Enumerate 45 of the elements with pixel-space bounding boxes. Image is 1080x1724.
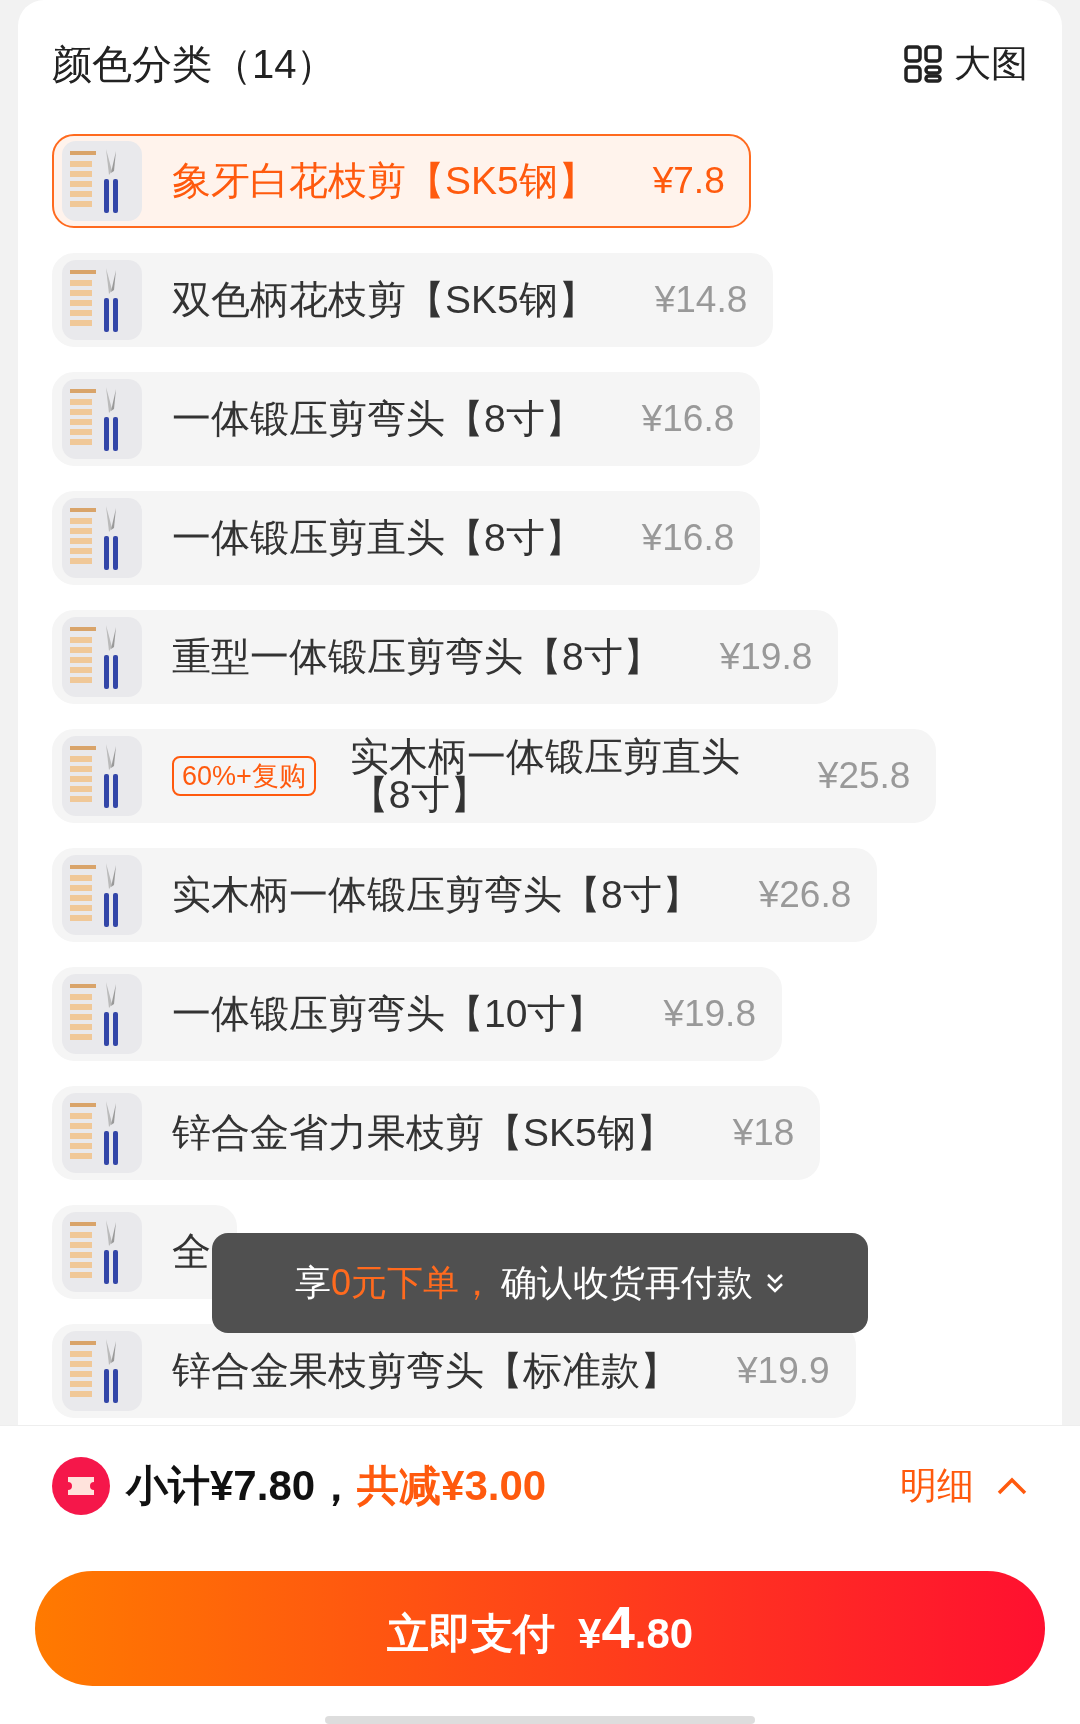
toast-banner[interactable]: 享0元下单， 确认收货再付款 <box>212 1233 868 1333</box>
variant-name: 全 <box>172 1233 211 1271</box>
variant-name: 锌合金省力果枝剪【SK5钢】 <box>172 1114 675 1152</box>
coupon-icon <box>52 1457 110 1515</box>
large-view-button[interactable]: 大图 <box>904 39 1028 89</box>
variant-price: ¥16.8 <box>641 398 735 440</box>
repurchase-badge: 60%+复购 <box>172 756 316 796</box>
variant-option[interactable]: 重型一体锻压剪弯头【8寸】 ¥19.8 <box>52 610 839 704</box>
variant-price: ¥26.8 <box>758 874 852 916</box>
section-title: 颜色分类（14） <box>52 40 337 88</box>
variant-price: ¥14.8 <box>654 279 748 321</box>
variant-option[interactable]: 60%+复购 实木柄一体锻压剪直头【8寸】 ¥25.8 <box>52 729 937 823</box>
variant-price: ¥19.9 <box>737 1350 830 1392</box>
variant-option[interactable]: 锌合金果枝剪弯头【标准款】 ¥19.9 <box>52 1324 856 1418</box>
variant-name: 实木柄一体锻压剪直头【8寸】 <box>349 738 741 814</box>
variant-name: 双色柄花枝剪【SK5钢】 <box>172 281 597 319</box>
variant-name: 实木柄一体锻压剪弯头【8寸】 <box>172 876 701 914</box>
variant-name: 锌合金果枝剪弯头【标准款】 <box>172 1352 679 1390</box>
variant-option[interactable]: 一体锻压剪弯头【8寸】 ¥16.8 <box>52 372 761 466</box>
chevron-up-icon <box>996 1476 1028 1496</box>
variant-price: ¥7.8 <box>652 160 725 202</box>
variant-option[interactable]: 一体锻压剪直头【8寸】 ¥16.8 <box>52 491 761 585</box>
toast-highlight: 0元下单， <box>331 1260 495 1305</box>
variant-name: 一体锻压剪弯头【8寸】 <box>172 400 584 438</box>
grid-icon <box>904 45 942 83</box>
variant-price: ¥19.8 <box>663 993 756 1035</box>
subtotal-text: 小计¥7.80， <box>126 1461 358 1511</box>
variant-name: 一体锻压剪弯头【10寸】 <box>172 995 606 1033</box>
chevron-down-icon <box>765 1272 785 1294</box>
variant-price: ¥18 <box>732 1112 795 1154</box>
variant-price: ¥16.8 <box>641 517 735 559</box>
variant-option[interactable]: 双色柄花枝剪【SK5钢】 ¥14.8 <box>52 253 774 347</box>
variant-name: 象牙白花枝剪【SK5钢】 <box>172 162 597 200</box>
variant-price: ¥25.8 <box>817 755 911 797</box>
variant-name: 一体锻压剪直头【8寸】 <box>172 519 584 557</box>
variant-price: ¥19.8 <box>719 636 813 678</box>
variant-name: 重型一体锻压剪弯头【8寸】 <box>172 638 662 676</box>
toast-text: 确认收货再付款 <box>501 1260 753 1305</box>
variant-option[interactable]: 锌合金省力果枝剪【SK5钢】 ¥18 <box>52 1086 821 1180</box>
toast-text: 享 <box>295 1260 331 1305</box>
pay-now-button[interactable]: 立即支付 ¥4.80 <box>35 1571 1045 1686</box>
discount-text: 共减¥3.00 <box>357 1461 547 1511</box>
variant-option[interactable]: 实木柄一体锻压剪弯头【8寸】 ¥26.8 <box>52 848 878 942</box>
variant-option[interactable]: 一体锻压剪弯头【10寸】 ¥19.8 <box>52 967 782 1061</box>
variant-option[interactable]: 全 <box>52 1205 237 1299</box>
